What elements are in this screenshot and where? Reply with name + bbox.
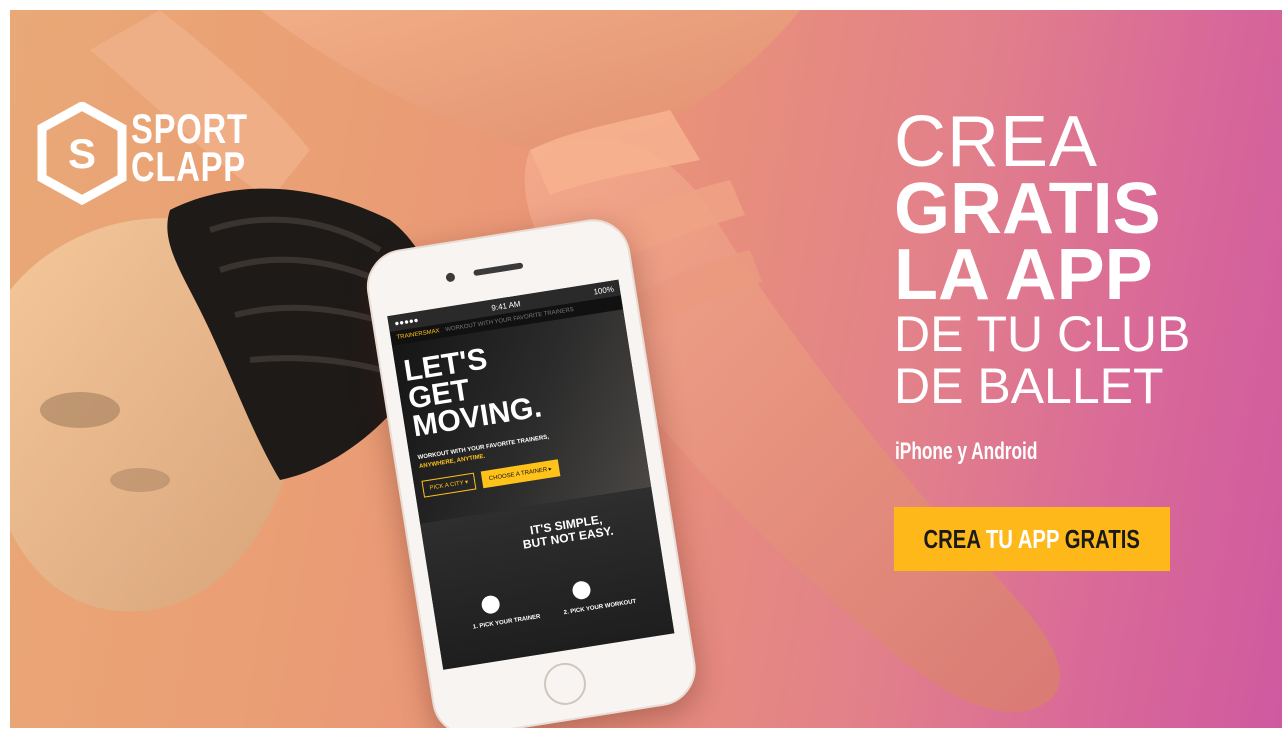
carrier-signal: ●●●●●: [393, 314, 420, 328]
brand-line-2: CLAPP: [131, 143, 246, 190]
choose-trainer-button[interactable]: CHOOSE A TRAINER ▸: [480, 459, 560, 489]
svg-text:S: S: [68, 130, 96, 177]
headline-line-2: GRATIS: [894, 169, 1161, 249]
pick-city-button[interactable]: PICK A CITY ▾: [421, 472, 477, 498]
phone-screen: ●●●●● 9:41 AM 100% TRAINERSMAX WORKOUT W…: [387, 279, 675, 670]
headline-line-4: DE TU CLUB: [894, 306, 1191, 362]
headline-line-1: CREA: [894, 102, 1099, 182]
status-time: 9:41 AM: [490, 298, 522, 313]
trainer-step-icon: [480, 594, 501, 615]
step-2-label: 2. PICK YOUR WORKOUT: [563, 598, 637, 617]
create-app-button[interactable]: CREA TU APP GRATIS: [894, 507, 1170, 571]
headline: CREA GRATIS LA APP DE TU CLUB DE BALLET: [894, 102, 1191, 414]
hero-banner: S SPORT CLAPP ●●●●● 9:41 AM 100% TRAINER…: [10, 10, 1282, 728]
home-button-icon: [540, 659, 589, 708]
headline-line-3: LA APP: [894, 235, 1153, 315]
brand-wordmark: SPORT CLAPP: [131, 108, 248, 190]
phone-speaker-icon: [473, 262, 524, 277]
app-hero: LET'S GET MOVING. WORKOUT WITH YOUR FAVO…: [391, 309, 652, 524]
cta-label-part-1: CREA: [923, 523, 981, 554]
cta-label-part-3: GRATIS: [1065, 523, 1141, 554]
battery-level: 100%: [592, 283, 615, 297]
step-1-label: 1. PICK YOUR TRAINER: [472, 613, 541, 631]
app-hero-title: LET'S GET MOVING.: [402, 338, 544, 443]
headline-line-5: DE BALLET: [894, 358, 1164, 414]
workout-step-icon: [571, 579, 592, 601]
how-it-works-title: IT'S SIMPLE, BUT NOT EASY.: [506, 509, 629, 553]
phone-camera-icon: [445, 272, 456, 283]
platforms-subtitle: iPhone y Android: [895, 438, 1038, 465]
cta-label-part-2: TU APP: [980, 523, 1066, 554]
cta-label: CREA TU APP GRATIS: [924, 524, 1140, 555]
